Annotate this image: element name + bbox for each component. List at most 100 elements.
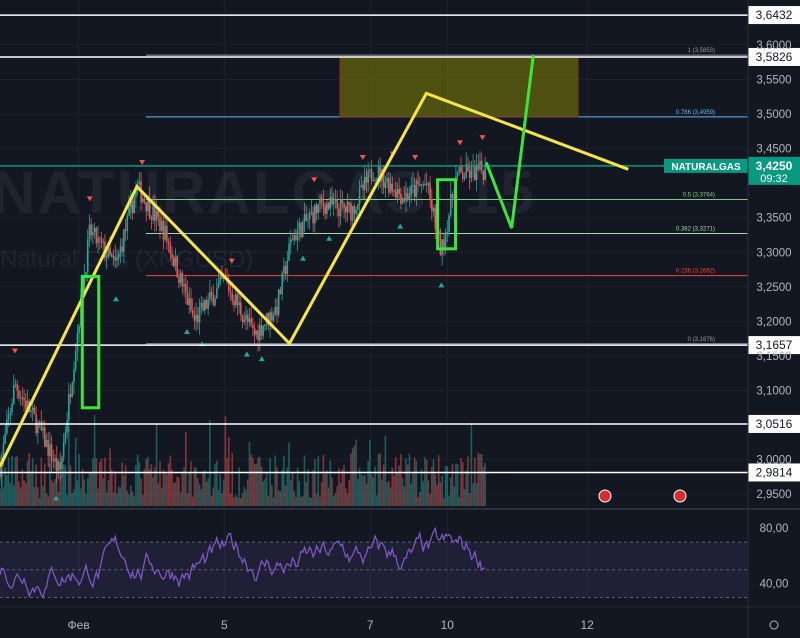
volume-bar <box>283 455 285 506</box>
time-axis[interactable]: Фев 5 7 10 12 <box>67 618 779 632</box>
candle-body <box>183 284 185 287</box>
volume-bar <box>92 458 94 506</box>
candle-body <box>69 394 72 397</box>
volume-bar <box>86 478 89 506</box>
volume-bar <box>401 478 404 506</box>
volume-bar <box>83 479 86 506</box>
volume-bar <box>128 494 130 506</box>
volume-bar <box>382 464 385 506</box>
volume-bar <box>97 488 99 506</box>
candle-body <box>200 302 203 307</box>
volume-bar <box>107 480 110 506</box>
volume-bar <box>308 497 311 506</box>
volume-bar <box>47 496 49 506</box>
volume-bar <box>463 489 466 506</box>
candle-body <box>76 332 79 352</box>
candle-body <box>243 319 246 323</box>
price-tick: 3,5500 <box>756 74 791 86</box>
volume-bar <box>388 480 390 506</box>
volume-bar <box>351 448 354 506</box>
candle-body <box>12 385 15 404</box>
volume-bar <box>76 480 79 506</box>
volume-bar <box>148 469 151 506</box>
time-tick: 7 <box>367 618 374 632</box>
candle-body <box>295 235 297 241</box>
volume-bar <box>394 457 397 506</box>
volume-bar <box>154 467 156 506</box>
clock-settings-icon <box>769 620 779 630</box>
candle-body <box>179 272 182 284</box>
volume-bar <box>437 455 440 506</box>
candle-body <box>66 420 68 433</box>
candle-body <box>283 266 285 273</box>
target-zone[interactable] <box>339 56 579 118</box>
volume-bar <box>188 473 191 506</box>
volume-bar <box>451 463 454 506</box>
volume-bar <box>229 493 232 506</box>
candle-body <box>31 407 34 411</box>
candle-body <box>50 444 53 461</box>
volume-bar <box>95 458 98 506</box>
buy-arrow-icon <box>326 235 333 241</box>
volume-bar <box>164 472 166 506</box>
buy-arrow-icon <box>112 296 119 302</box>
volume-bar <box>350 453 352 506</box>
volume-bar <box>453 486 455 506</box>
volume-bar <box>135 465 137 506</box>
price-tick: 3,3500 <box>756 213 791 225</box>
candle-body <box>68 394 70 421</box>
drawings[interactable] <box>0 55 687 503</box>
candle-body <box>62 442 65 458</box>
volume-bar <box>429 493 431 506</box>
candle-body <box>271 312 273 321</box>
volume-bar <box>322 454 325 506</box>
volume-bar <box>358 467 361 506</box>
candle-body <box>43 427 46 447</box>
volume-bar <box>109 448 111 506</box>
candle-body <box>241 314 244 323</box>
volume-bar <box>272 497 275 506</box>
time-tick: 12 <box>581 618 595 632</box>
volume-bar <box>301 496 304 506</box>
rsi-pane: 80,00 40,00 <box>0 508 800 608</box>
buy-arrow-icon <box>299 255 306 261</box>
volume-bar <box>257 457 259 506</box>
volume-bar <box>480 454 483 506</box>
volume-bar <box>324 473 326 506</box>
candle-body <box>277 289 280 315</box>
volume-bar <box>129 485 132 506</box>
volume-bar <box>317 456 320 506</box>
candle-body <box>92 232 94 236</box>
volume-bar <box>381 479 383 506</box>
volume-bar <box>30 471 32 506</box>
volume-bar <box>233 497 235 506</box>
volume-bar <box>31 458 34 506</box>
volume-bar <box>477 452 480 506</box>
volume-bar <box>190 461 192 506</box>
volume-bar <box>210 495 213 506</box>
volume-bar <box>277 490 280 506</box>
candle-body <box>57 461 60 471</box>
current-price-label: 3,4250 <box>756 159 793 173</box>
volume-bar <box>214 463 216 506</box>
volume-bar <box>403 486 406 506</box>
volume-bar <box>441 475 443 506</box>
volume-bar <box>295 496 297 506</box>
volume-bar <box>379 453 382 506</box>
sell-arrow-icon <box>479 135 486 141</box>
volume-bar <box>305 481 308 506</box>
candle-body <box>262 326 265 336</box>
volume-bar <box>179 492 182 506</box>
volume-bar <box>7 456 10 506</box>
volume-bar <box>140 478 142 506</box>
volume-bar <box>71 493 74 506</box>
candle-body <box>245 314 247 320</box>
volume-bar <box>181 471 184 506</box>
volume-bar <box>12 485 15 506</box>
chart-canvas[interactable]: 1 (3,5853) 0.786 (3,4959) 0.5 (3,3764) 0.38… <box>0 0 800 638</box>
volume-bar <box>16 456 19 506</box>
volume-bar <box>93 414 96 506</box>
volume-bar <box>271 485 273 506</box>
volume-bar <box>250 454 252 506</box>
candle-body <box>260 325 263 336</box>
